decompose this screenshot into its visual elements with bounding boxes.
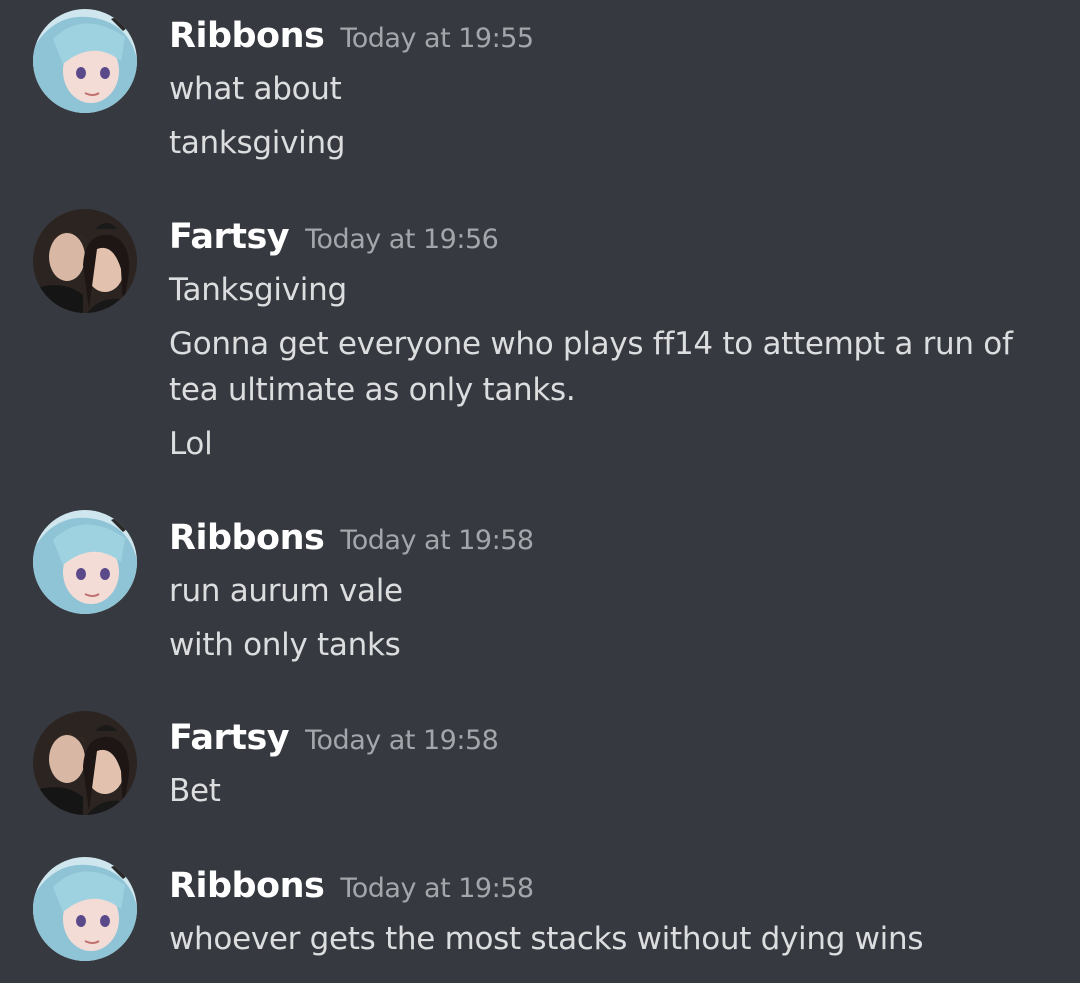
message-header: Ribbons Today at 19:58: [169, 866, 534, 906]
message-text: Bet: [169, 773, 221, 809]
timestamp: Today at 19:58: [340, 873, 534, 904]
anime-girl-avatar-icon: [33, 857, 137, 961]
timestamp: Today at 19:55: [340, 23, 534, 54]
username[interactable]: Fartsy: [169, 217, 290, 257]
username[interactable]: Ribbons: [169, 866, 325, 906]
user-avatar[interactable]: [33, 209, 137, 313]
user-avatar[interactable]: [33, 9, 137, 113]
couple-photo-avatar-icon: [33, 711, 137, 815]
message-text: tanksgiving: [169, 125, 346, 161]
anime-girl-avatar-icon: [33, 510, 137, 614]
message-text: whoever gets the most stacks without dyi…: [169, 921, 924, 957]
timestamp: Today at 19:56: [305, 224, 499, 255]
user-avatar[interactable]: [33, 711, 137, 815]
anime-girl-avatar-icon: [33, 9, 137, 113]
message-text: with only tanks: [169, 627, 401, 663]
message-text: Gonna get everyone who plays ff14 to att…: [169, 326, 1013, 408]
username[interactable]: Ribbons: [169, 16, 325, 56]
user-avatar[interactable]: [33, 510, 137, 614]
username[interactable]: Fartsy: [169, 718, 290, 758]
message-header: Ribbons Today at 19:58: [169, 518, 534, 558]
message-header: Fartsy Today at 19:58: [169, 718, 499, 758]
username[interactable]: Ribbons: [169, 518, 325, 558]
timestamp: Today at 19:58: [305, 725, 499, 756]
timestamp: Today at 19:58: [340, 525, 534, 556]
message-header: Fartsy Today at 19:56: [169, 217, 499, 257]
message-text: run aurum vale: [169, 573, 403, 609]
message-text: Tanksgiving: [169, 272, 347, 308]
message-text: what about: [169, 71, 342, 107]
message-text: Lol: [169, 426, 213, 462]
couple-photo-avatar-icon: [33, 209, 137, 313]
user-avatar[interactable]: [33, 857, 137, 961]
message-header: Ribbons Today at 19:55: [169, 16, 534, 56]
